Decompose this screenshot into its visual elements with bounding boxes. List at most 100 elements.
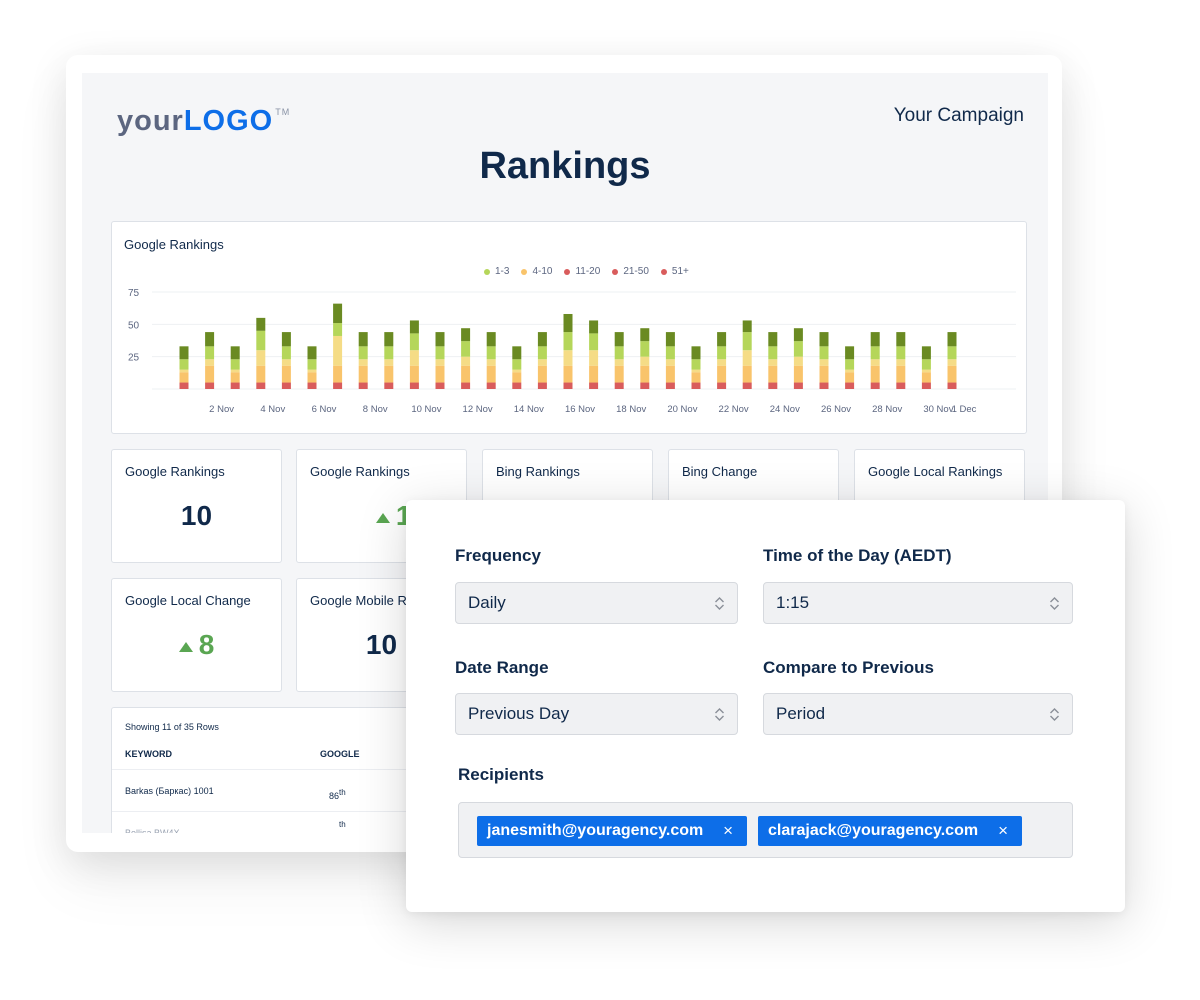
- bar-segment-21-50[interactable]: [845, 372, 855, 383]
- bar-segment-21-50[interactable]: [819, 365, 829, 383]
- bar-segment-1-3[interactable]: [409, 320, 419, 334]
- bar-segment-11-20[interactable]: [307, 369, 317, 373]
- bar-segment-51+[interactable]: [205, 382, 215, 389]
- bar-segment-4-10[interactable]: [409, 333, 419, 351]
- bar-segment-4-10[interactable]: [461, 341, 471, 357]
- bar-segment-4-10[interactable]: [742, 332, 752, 351]
- bar-segment-21-50[interactable]: [614, 365, 624, 383]
- bar-segment-51+[interactable]: [179, 382, 189, 389]
- bar-segment-4-10[interactable]: [717, 346, 727, 360]
- bar-segment-11-20[interactable]: [563, 350, 573, 366]
- bar-segment-21-50[interactable]: [205, 365, 215, 383]
- compare-to-previous-select[interactable]: Period: [763, 693, 1073, 735]
- recipients-input[interactable]: janesmith@youragency.com × clarajack@you…: [458, 802, 1073, 858]
- bar-segment-51+[interactable]: [256, 382, 266, 389]
- bar-segment-1-3[interactable]: [333, 303, 343, 324]
- bar-segment-4-10[interactable]: [537, 346, 547, 360]
- bar-segment-1-3[interactable]: [768, 332, 778, 347]
- bar-segment-21-50[interactable]: [768, 365, 778, 383]
- bar-segment-11-20[interactable]: [691, 369, 701, 373]
- bar-segment-21-50[interactable]: [665, 365, 675, 383]
- bar-segment-4-10[interactable]: [896, 346, 906, 360]
- bar-segment-4-10[interactable]: [384, 346, 394, 360]
- bar-segment-4-10[interactable]: [793, 341, 803, 357]
- column-header-keyword[interactable]: KEYWORD: [125, 749, 172, 759]
- bar-segment-21-50[interactable]: [486, 365, 496, 383]
- bar-segment-1-3[interactable]: [921, 346, 931, 360]
- bar-segment-21-50[interactable]: [307, 372, 317, 383]
- bar-segment-21-50[interactable]: [896, 365, 906, 383]
- bar-segment-51+[interactable]: [614, 382, 624, 389]
- bar-segment-21-50[interactable]: [870, 365, 880, 383]
- bar-segment-11-20[interactable]: [179, 369, 189, 373]
- bar-segment-51+[interactable]: [845, 382, 855, 389]
- bar-segment-4-10[interactable]: [870, 346, 880, 360]
- bar-segment-1-3[interactable]: [896, 332, 906, 347]
- bar-segment-11-20[interactable]: [640, 356, 650, 366]
- bar-segment-4-10[interactable]: [768, 346, 778, 360]
- bar-segment-1-3[interactable]: [179, 346, 189, 360]
- bar-segment-1-3[interactable]: [870, 332, 880, 347]
- bar-segment-11-20[interactable]: [256, 350, 266, 366]
- bar-segment-1-3[interactable]: [461, 328, 471, 342]
- bar-segment-4-10[interactable]: [691, 359, 701, 370]
- bar-segment-4-10[interactable]: [333, 323, 343, 336]
- bar-segment-21-50[interactable]: [537, 365, 547, 383]
- bar-segment-11-20[interactable]: [717, 359, 727, 366]
- bar-segment-21-50[interactable]: [717, 365, 727, 383]
- remove-recipient-icon[interactable]: ×: [723, 816, 733, 846]
- bar-segment-1-3[interactable]: [281, 332, 291, 347]
- bar-segment-51+[interactable]: [717, 382, 727, 389]
- bar-segment-11-20[interactable]: [896, 359, 906, 366]
- bar-segment-4-10[interactable]: [640, 341, 650, 357]
- bar-segment-4-10[interactable]: [205, 346, 215, 360]
- bar-segment-1-3[interactable]: [640, 328, 650, 342]
- bar-segment-4-10[interactable]: [947, 346, 957, 360]
- bar-segment-21-50[interactable]: [512, 372, 522, 383]
- bar-segment-4-10[interactable]: [512, 359, 522, 370]
- frequency-select[interactable]: Daily: [455, 582, 738, 624]
- bar-segment-11-20[interactable]: [230, 369, 240, 373]
- bar-segment-11-20[interactable]: [947, 359, 957, 366]
- bar-segment-21-50[interactable]: [947, 365, 957, 383]
- column-header-google[interactable]: GOOGLE: [320, 749, 360, 759]
- bar-segment-4-10[interactable]: [819, 346, 829, 360]
- bar-segment-21-50[interactable]: [358, 365, 368, 383]
- bar-segment-1-3[interactable]: [435, 332, 445, 347]
- date-range-select[interactable]: Previous Day: [455, 693, 738, 735]
- bar-segment-11-20[interactable]: [589, 350, 599, 366]
- bar-segment-1-3[interactable]: [742, 320, 752, 333]
- bar-segment-4-10[interactable]: [486, 346, 496, 360]
- bar-segment-11-20[interactable]: [537, 359, 547, 366]
- bar-segment-1-3[interactable]: [691, 346, 701, 360]
- bar-segment-21-50[interactable]: [589, 365, 599, 383]
- bar-segment-21-50[interactable]: [179, 372, 189, 383]
- bar-segment-51+[interactable]: [896, 382, 906, 389]
- bar-segment-51+[interactable]: [435, 382, 445, 389]
- bar-segment-11-20[interactable]: [461, 356, 471, 366]
- bar-segment-4-10[interactable]: [563, 332, 573, 351]
- bar-segment-11-20[interactable]: [384, 359, 394, 366]
- bar-segment-4-10[interactable]: [845, 359, 855, 370]
- bar-segment-4-10[interactable]: [589, 333, 599, 351]
- bar-segment-21-50[interactable]: [230, 372, 240, 383]
- bar-segment-4-10[interactable]: [614, 346, 624, 360]
- bar-segment-1-3[interactable]: [307, 346, 317, 360]
- bar-segment-1-3[interactable]: [819, 332, 829, 347]
- bar-segment-11-20[interactable]: [409, 350, 419, 366]
- bar-segment-1-3[interactable]: [947, 332, 957, 347]
- bar-segment-51+[interactable]: [461, 382, 471, 389]
- bar-segment-1-3[interactable]: [384, 332, 394, 347]
- bar-segment-1-3[interactable]: [256, 317, 266, 331]
- bar-segment-4-10[interactable]: [435, 346, 445, 360]
- bar-segment-21-50[interactable]: [742, 365, 752, 383]
- bar-segment-11-20[interactable]: [819, 359, 829, 366]
- bar-segment-1-3[interactable]: [717, 332, 727, 347]
- bar-segment-51+[interactable]: [742, 382, 752, 389]
- bar-segment-21-50[interactable]: [435, 365, 445, 383]
- bar-segment-51+[interactable]: [870, 382, 880, 389]
- bar-segment-11-20[interactable]: [870, 359, 880, 366]
- bar-segment-51+[interactable]: [768, 382, 778, 389]
- bar-segment-21-50[interactable]: [384, 365, 394, 383]
- bar-segment-51+[interactable]: [307, 382, 317, 389]
